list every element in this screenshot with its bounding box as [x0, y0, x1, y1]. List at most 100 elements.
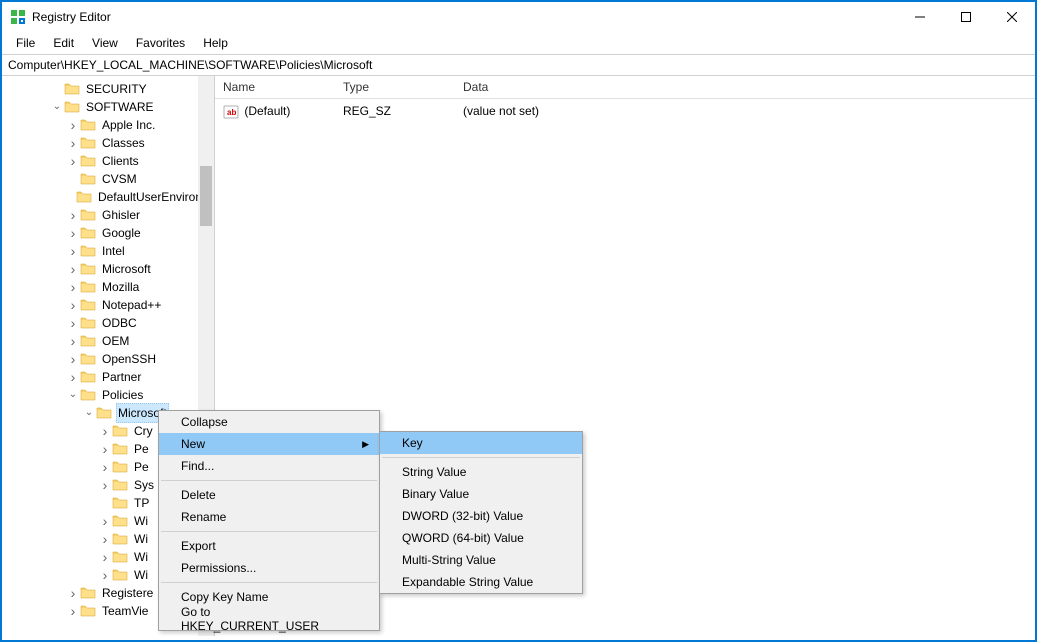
chevron-right-icon[interactable]: › [98, 422, 112, 440]
tree-node[interactable]: ›Classes [2, 134, 214, 152]
tree-label: CVSM [100, 170, 139, 188]
tree-label: TP [132, 494, 151, 512]
folder-icon [80, 154, 96, 168]
chevron-right-icon[interactable]: › [66, 314, 80, 332]
tree-node[interactable]: ›OEM [2, 332, 214, 350]
tree-label: Pe [132, 440, 151, 458]
ctx-sep-1 [161, 480, 377, 481]
menu-file[interactable]: File [8, 34, 43, 52]
tree-node[interactable]: ›Partner [2, 368, 214, 386]
tree-node[interactable]: › Intel [2, 242, 214, 260]
ctx-export[interactable]: Export [159, 535, 379, 557]
chevron-right-icon[interactable]: › [98, 548, 112, 566]
chevron-down-icon[interactable]: ⌄ [66, 386, 80, 404]
folder-icon [80, 262, 96, 276]
tree-label: Google [100, 224, 143, 242]
tree-node[interactable]: › Google [2, 224, 214, 242]
chevron-right-icon[interactable]: › [66, 278, 80, 296]
folder-icon [64, 82, 80, 96]
menu-help[interactable]: Help [195, 34, 236, 52]
ctx-rename[interactable]: Rename [159, 506, 379, 528]
list-row[interactable]: ab (Default) REG_SZ (value not set) [215, 99, 1035, 120]
folder-icon [80, 226, 96, 240]
ctx-permissions[interactable]: Permissions... [159, 557, 379, 579]
tree-label: Mozilla [100, 278, 141, 296]
minimize-button[interactable] [897, 2, 943, 32]
chevron-down-icon[interactable]: ⌄ [82, 404, 96, 422]
tree-node[interactable]: DefaultUserEnvironm [2, 188, 214, 206]
chevron-right-icon[interactable]: › [66, 368, 80, 386]
tree-node[interactable]: ⌄Policies [2, 386, 214, 404]
chevron-right-icon[interactable]: › [98, 512, 112, 530]
chevron-right-icon[interactable]: › [66, 296, 80, 314]
ctx-new[interactable]: New ▶ [159, 433, 379, 455]
folder-icon [112, 532, 128, 546]
chevron-right-icon[interactable]: › [66, 224, 80, 242]
folder-icon [112, 424, 128, 438]
ctx-goto[interactable]: Go to HKEY_CURRENT_USER [159, 608, 379, 630]
menu-favorites[interactable]: Favorites [128, 34, 193, 52]
sub-expand[interactable]: Expandable String Value [380, 571, 582, 593]
chevron-right-icon[interactable]: › [98, 458, 112, 476]
close-button[interactable] [989, 2, 1035, 32]
tree-node[interactable]: ›OpenSSH [2, 350, 214, 368]
sub-qword[interactable]: QWORD (64-bit) Value [380, 527, 582, 549]
tree-node[interactable]: SECURITY [2, 80, 214, 98]
folder-icon [80, 208, 96, 222]
scrollbar-thumb[interactable] [200, 166, 212, 226]
svg-text:ab: ab [227, 108, 236, 117]
chevron-right-icon[interactable]: › [66, 332, 80, 350]
col-type[interactable]: Type [335, 76, 455, 98]
sub-multi[interactable]: Multi-String Value [380, 549, 582, 571]
chevron-right-icon[interactable]: › [66, 260, 80, 278]
tree-node[interactable]: CVSM [2, 170, 214, 188]
chevron-right-icon[interactable]: › [66, 350, 80, 368]
sub-string[interactable]: String Value [380, 461, 582, 483]
tree-node[interactable]: ›Notepad++ [2, 296, 214, 314]
sub-binary[interactable]: Binary Value [380, 483, 582, 505]
tree-node[interactable]: › Apple Inc. [2, 116, 214, 134]
sub-dword[interactable]: DWORD (32-bit) Value [380, 505, 582, 527]
chevron-right-icon[interactable]: › [98, 530, 112, 548]
folder-icon [112, 442, 128, 456]
chevron-right-icon[interactable]: › [66, 602, 80, 620]
chevron-right-icon[interactable]: › [66, 152, 80, 170]
tree-label: Intel [100, 242, 127, 260]
menu-edit[interactable]: Edit [45, 34, 82, 52]
chevron-right-icon[interactable]: › [98, 566, 112, 584]
chevron-right-icon[interactable]: › [66, 242, 80, 260]
chevron-right-icon[interactable]: › [98, 476, 112, 494]
sub-key[interactable]: Key [380, 432, 582, 454]
folder-icon [64, 100, 80, 114]
chevron-right-icon[interactable]: › [66, 116, 80, 134]
folder-icon [112, 514, 128, 528]
folder-icon [80, 604, 96, 618]
ctx-find[interactable]: Find... [159, 455, 379, 477]
cell-data: (value not set) [455, 103, 1035, 120]
tree-node[interactable]: ›Ghisler [2, 206, 214, 224]
maximize-button[interactable] [943, 2, 989, 32]
folder-icon [112, 568, 128, 582]
tree-node[interactable]: › Microsoft [2, 260, 214, 278]
folder-icon [80, 334, 96, 348]
chevron-right-icon[interactable]: › [66, 134, 80, 152]
tree-node[interactable]: ›ODBC [2, 314, 214, 332]
chevron-right-icon[interactable]: › [66, 206, 80, 224]
chevron-right-icon[interactable]: › [66, 584, 80, 602]
ctx-sep-3 [161, 582, 377, 583]
tree-label: Microsoft [100, 260, 153, 278]
chevron-down-icon[interactable]: ⌄ [50, 98, 64, 116]
ctx-delete[interactable]: Delete [159, 484, 379, 506]
folder-icon [80, 244, 96, 258]
tree-label: Apple Inc. [100, 116, 157, 134]
chevron-right-icon[interactable]: › [98, 440, 112, 458]
tree-node[interactable]: ⌄SOFTWARE [2, 98, 214, 116]
tree-node[interactable]: ›Clients [2, 152, 214, 170]
ctx-collapse[interactable]: Collapse [159, 411, 379, 433]
menu-view[interactable]: View [84, 34, 126, 52]
col-name[interactable]: Name [215, 76, 335, 98]
col-data[interactable]: Data [455, 76, 1035, 98]
address-bar[interactable]: Computer\HKEY_LOCAL_MACHINE\SOFTWARE\Pol… [2, 54, 1035, 76]
tree-node[interactable]: › Mozilla [2, 278, 214, 296]
folder-icon [80, 370, 96, 384]
